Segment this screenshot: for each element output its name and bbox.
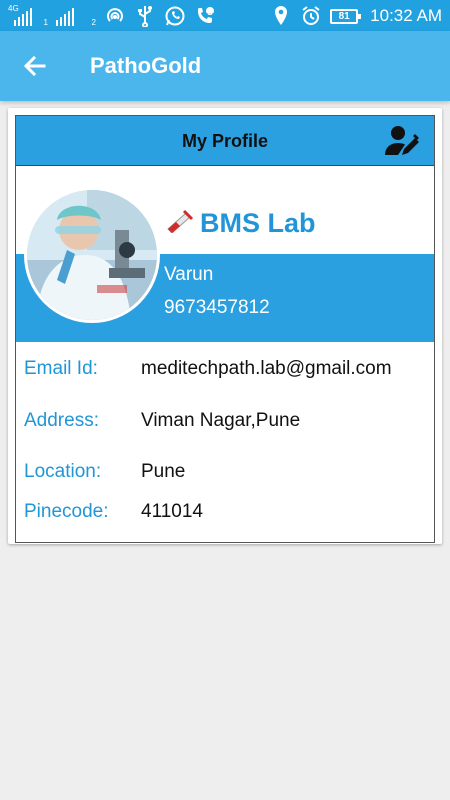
svg-text:…: … [207, 8, 214, 16]
sim2-slot-label: 2 [91, 18, 96, 27]
email-value: meditechpath.lab@gmail.com [141, 358, 392, 379]
lab-name-text: BMS Lab [200, 208, 316, 238]
hotspot-icon [104, 5, 126, 27]
address-value: Viman Nagar,Pune [141, 410, 301, 431]
test-tube-icon [164, 209, 194, 238]
app-bar: PathoGold [0, 31, 450, 101]
missed-call-icon: … [194, 5, 216, 27]
profile-card-inner: My Profile BMS Lab Varun 9673457812 Emai… [15, 115, 435, 543]
profile-header: My Profile [16, 116, 434, 166]
sim1-slot-label: 1 [43, 18, 48, 27]
clock: 10:32 AM [370, 6, 442, 25]
email-label: Email Id: [24, 358, 98, 379]
contact-phone: 9673457812 [164, 297, 270, 318]
location-icon [270, 5, 292, 27]
edit-user-icon[interactable] [384, 124, 420, 158]
address-label: Address: [24, 410, 99, 431]
contact-person: Varun [164, 264, 214, 285]
profile-title: My Profile [181, 131, 269, 151]
alarm-icon [300, 5, 322, 27]
sim2-signal-icon: 2 [56, 5, 96, 27]
pincode-value: 411014 [141, 501, 203, 522]
pincode-label: Pinecode: [24, 501, 109, 522]
arrow-back-icon[interactable] [22, 53, 48, 79]
lab-name: BMS Lab [164, 208, 316, 239]
location-label: Location: [24, 461, 102, 482]
whatsapp-icon [164, 5, 186, 27]
usb-icon [134, 5, 156, 27]
status-bar: 4G 1 2 … 81 10:32 AM [0, 0, 450, 31]
location-value: Pune [141, 461, 186, 482]
profile-hero: BMS Lab Varun 9673457812 [16, 166, 434, 342]
lab-avatar-image [24, 187, 160, 323]
profile-card: My Profile BMS Lab Varun 9673457812 Emai… [8, 108, 442, 544]
battery-icon: 81 [330, 8, 362, 24]
sim1-signal-icon: 4G 1 [8, 5, 48, 28]
app-title: PathoGold [90, 53, 202, 78]
battery-level: 81 [338, 10, 350, 22]
